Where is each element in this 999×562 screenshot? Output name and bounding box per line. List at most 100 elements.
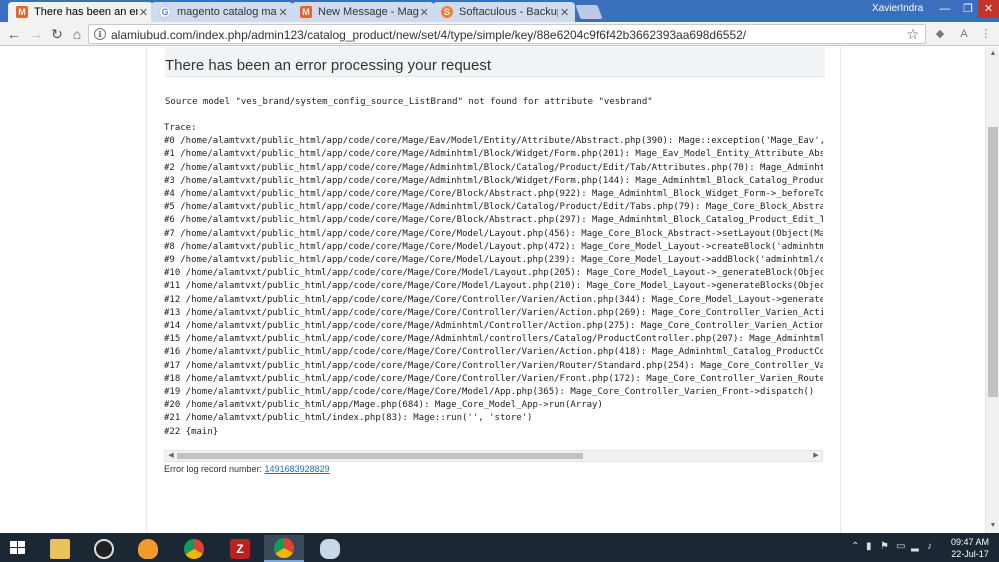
notification-icon[interactable]: ▮ (866, 541, 872, 552)
menu-icon[interactable]: ⋮ (978, 26, 994, 42)
tab-title: magento catalog manag (177, 6, 277, 18)
star-icon[interactable]: ☆ (906, 26, 919, 43)
scrollbar-thumb[interactable] (177, 453, 583, 459)
new-tab-button[interactable] (575, 5, 603, 19)
start-button[interactable] (0, 533, 38, 562)
error-message: Source model "ves_brand/system_config_so… (165, 97, 653, 107)
scroll-down-icon[interactable]: ▼ (986, 519, 999, 533)
windows-taskbar: Z ⌃ ▮ ⚑ ▭ ▂ ♪ 09:47 AM 22-Jul-17 (0, 533, 999, 562)
filezilla-logo-icon: Z (230, 538, 250, 559)
reload-icon[interactable]: ↻ (48, 25, 66, 43)
trace-line: #13 /home/alamtvxt/public_html/app/code/… (164, 307, 823, 318)
close-icon[interactable]: ✕ (558, 6, 571, 19)
trace-line: #1 /home/alamtvxt/public_html/app/code/c… (164, 149, 823, 160)
profile-name[interactable]: XavierIndra (872, 3, 923, 14)
trace-line: #6 /home/alamtvxt/public_html/app/code/c… (164, 215, 823, 226)
close-icon[interactable]: ✕ (419, 6, 431, 19)
tab-title: Softaculous - Backups (459, 6, 559, 18)
trace-box[interactable]: Trace: #0 /home/alamtvxt/public_html/app… (164, 122, 823, 452)
close-icon[interactable]: ✕ (277, 6, 289, 19)
error-title-wrapper: There has been an error processing your … (165, 57, 491, 74)
error-log-label: Error log record number: (164, 464, 265, 474)
clock-date[interactable]: 22-Jul-17 (944, 549, 996, 559)
scrollbar-thumb[interactable] (988, 127, 998, 397)
trace-line: #18 /home/alamtvxt/public_html/app/code/… (164, 373, 823, 384)
chevron-up-icon[interactable]: ⌃ (851, 541, 859, 552)
error-log-number-link[interactable]: 1491683928829 (265, 464, 330, 474)
browser-tab-strip: M There has been an error pr ✕ G magento… (0, 0, 999, 22)
trace-line: #9 /home/alamtvxt/public_html/app/code/c… (164, 255, 823, 266)
tab-softaculous[interactable]: S Softaculous - Backups ✕ (433, 2, 575, 22)
fl-studio-icon[interactable] (128, 535, 168, 562)
trace-line: #14 /home/alamtvxt/public_html/app/code/… (164, 321, 823, 332)
windows-icon (10, 541, 26, 555)
trace-line: #11 /home/alamtvxt/public_html/app/code/… (164, 281, 823, 292)
magento-icon: M (300, 6, 312, 18)
home-icon[interactable]: ⌂ (68, 25, 86, 43)
scroll-left-icon[interactable]: ◀ (165, 451, 177, 461)
bittorrent-icon[interactable] (84, 535, 124, 562)
url-text[interactable]: alamiubud.com/index.php/admin123/catalog… (111, 28, 746, 42)
trace-line: #20 /home/alamtvxt/public_html/app/Mage.… (164, 400, 603, 411)
magento-icon: M (16, 6, 28, 18)
signal-icon[interactable]: ▂ (911, 541, 919, 552)
trace-line: #12 /home/alamtvxt/public_html/app/code/… (164, 294, 823, 305)
fruit-icon (138, 538, 158, 559)
maximize-icon[interactable]: ❐ (958, 0, 978, 18)
back-icon[interactable]: ← (5, 25, 23, 43)
trace-line: #4 /home/alamtvxt/public_html/app/code/c… (164, 189, 823, 200)
info-icon[interactable]: i (94, 28, 106, 40)
google-icon: G (159, 6, 171, 18)
trace-list: #0 /home/alamtvxt/public_html/app/code/c… (164, 135, 823, 439)
filezilla-icon[interactable]: Z (220, 535, 260, 562)
file-explorer-icon[interactable] (40, 535, 80, 562)
tab-magento-catalog[interactable]: G magento catalog manag ✕ (151, 2, 293, 22)
trace-line: #5 /home/alamtvxt/public_html/app/code/c… (164, 202, 823, 213)
trace-line: #10 /home/alamtvxt/public_html/app/code/… (164, 268, 823, 279)
minimize-icon[interactable]: — (932, 0, 958, 18)
trace-line: #3 /home/alamtvxt/public_html/app/code/c… (164, 175, 823, 186)
error-log-line: Error log record number: 1491683928829 (164, 464, 330, 474)
torrent-icon (94, 538, 114, 559)
window-close-icon[interactable]: ✕ (978, 0, 999, 18)
extension-icon[interactable]: A (956, 26, 972, 42)
trace-line: #2 /home/alamtvxt/public_html/app/code/c… (164, 162, 823, 173)
trace-line: #7 /home/alamtvxt/public_html/app/code/c… (164, 228, 823, 239)
folder-icon (50, 538, 70, 559)
page-title: There has been an error processing your … (165, 57, 492, 74)
clock-time[interactable]: 09:47 AM (948, 537, 992, 547)
display-icon[interactable]: ▭ (896, 541, 905, 552)
scroll-up-icon[interactable]: ▲ (986, 47, 999, 61)
vertical-scrollbar[interactable]: ▲ ▼ (985, 47, 999, 533)
horizontal-scrollbar[interactable]: ◀ ▶ (164, 450, 823, 462)
trace-line: #19 /home/alamtvxt/public_html/app/code/… (164, 387, 815, 398)
trace-line: #16 /home/alamtvxt/public_html/app/code/… (164, 347, 823, 358)
address-bar[interactable]: i alamiubud.com/index.php/admin123/catal… (88, 24, 926, 44)
forward-icon[interactable]: → (27, 25, 45, 43)
scroll-right-icon[interactable]: ▶ (810, 451, 822, 461)
chrome-active-icon[interactable] (264, 535, 304, 562)
chrome-icon[interactable] (174, 535, 214, 562)
trace-line: #22 {main} (164, 426, 219, 437)
browser-toolbar: ← → ↻ ⌂ i alamiubud.com/index.php/admin1… (0, 22, 999, 46)
tab-error[interactable]: M There has been an error pr ✕ (8, 2, 153, 22)
extension-icon[interactable]: ◆ (932, 26, 948, 42)
tab-new-message[interactable]: M New Message - Magento ✕ (292, 2, 434, 22)
chrome-logo-icon (274, 537, 294, 558)
softaculous-icon: S (441, 6, 453, 18)
close-icon[interactable]: ✕ (138, 6, 149, 19)
paint-icon[interactable] (310, 535, 350, 562)
trace-line: #15 /home/alamtvxt/public_html/app/code/… (164, 334, 823, 345)
palette-icon (320, 538, 340, 559)
trace-line: #17 /home/alamtvxt/public_html/app/code/… (164, 360, 823, 371)
page-viewport: There has been an error processing your … (0, 47, 999, 533)
trace-line: #21 /home/alamtvxt/public_html/index.php… (164, 413, 533, 424)
volume-icon[interactable]: ♪ (927, 541, 932, 552)
trace-label: Trace: (164, 123, 197, 133)
network-icon[interactable]: ⚑ (880, 541, 889, 552)
chrome-logo-icon (184, 538, 204, 559)
tab-title: New Message - Magento (318, 6, 419, 18)
tab-title: There has been an error pr (34, 6, 138, 18)
trace-line: #0 /home/alamtvxt/public_html/app/code/c… (164, 136, 823, 147)
trace-line: #8 /home/alamtvxt/public_html/app/code/c… (164, 241, 823, 252)
